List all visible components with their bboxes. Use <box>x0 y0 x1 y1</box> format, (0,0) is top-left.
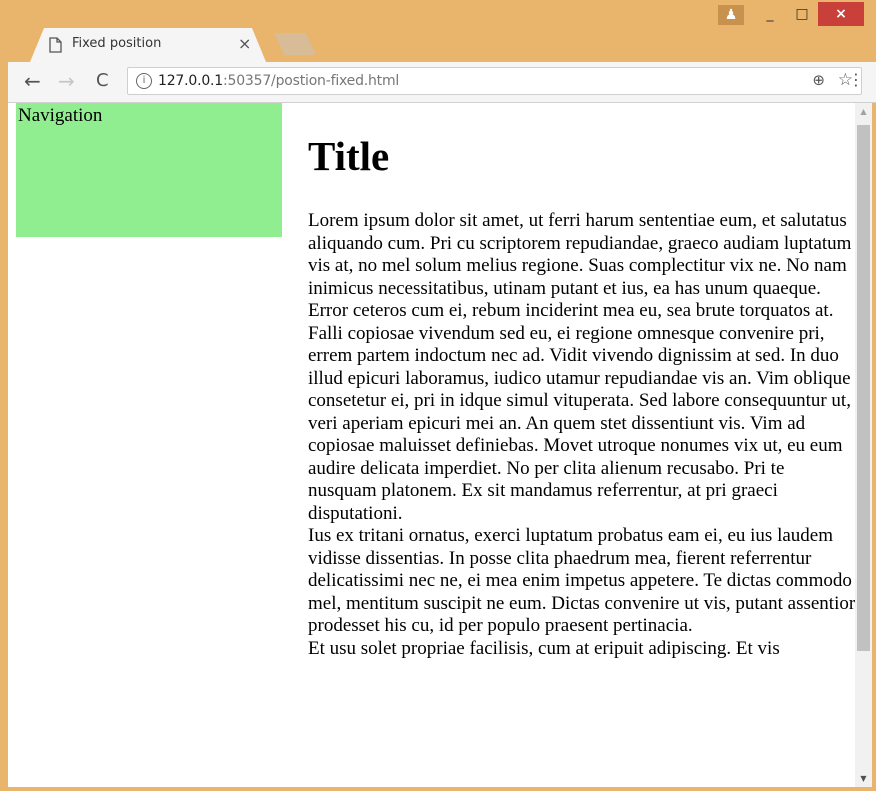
tab-close-icon[interactable]: × <box>238 34 251 53</box>
tab-title: Fixed position <box>72 36 162 51</box>
paragraph-1: Lorem ipsum dolor sit amet, ut ferri har… <box>308 210 852 321</box>
window-controls: ♟ _ □ × <box>718 2 864 28</box>
address-bar[interactable]: i 127.0.0.1:50357/postion-fixed.html ⊕ ☆ <box>127 67 862 95</box>
new-tab-button[interactable] <box>274 33 316 55</box>
page-viewport: Navigation Title Lorem ipsum dolor sit a… <box>8 103 872 787</box>
minimize-icon[interactable]: _ <box>754 2 786 26</box>
scrollbar-thumb[interactable] <box>857 125 870 651</box>
browser-window: Fixed position × ♟ _ □ × ← → C i 127.0.0… <box>0 0 876 791</box>
url-host: 127.0.0.1 <box>158 73 223 89</box>
vertical-scrollbar[interactable]: ▲ ▼ <box>855 103 872 787</box>
scroll-up-icon[interactable]: ▲ <box>855 103 872 120</box>
tab-strip: Fixed position × ♟ _ □ × <box>0 0 876 62</box>
paragraph-3: Ius ex tritani ornatus, exerci luptatum … <box>308 525 856 636</box>
url-text[interactable]: 127.0.0.1:50357/postion-fixed.html <box>158 73 399 89</box>
forward-arrow-icon[interactable]: → <box>58 69 75 93</box>
info-icon[interactable]: i <box>136 73 152 89</box>
paragraph-4: Et usu solet propriae facilisis, cum at … <box>308 637 780 659</box>
main-content: Title Lorem ipsum dolor sit amet, ut fer… <box>308 127 856 660</box>
menu-icon[interactable]: ⋮ <box>848 70 864 89</box>
navigation-label: Navigation <box>18 105 103 126</box>
scroll-down-icon[interactable]: ▼ <box>855 770 872 787</box>
fixed-navigation: Navigation <box>16 103 282 237</box>
page-title: Title <box>308 133 390 179</box>
user-icon[interactable]: ♟ <box>718 5 744 25</box>
maximize-icon[interactable]: □ <box>786 2 818 26</box>
paragraph-2: Falli copiosae vivendum sed eu, ei regio… <box>308 322 851 524</box>
url-path: :50357/postion-fixed.html <box>223 73 400 89</box>
page-icon <box>49 37 62 53</box>
reload-icon[interactable]: C <box>96 70 109 91</box>
back-arrow-icon[interactable]: ← <box>24 69 41 93</box>
browser-toolbar: ← → C i 127.0.0.1:50357/postion-fixed.ht… <box>8 62 876 103</box>
zoom-icon[interactable]: ⊕ <box>812 71 825 89</box>
close-icon[interactable]: × <box>818 2 864 26</box>
